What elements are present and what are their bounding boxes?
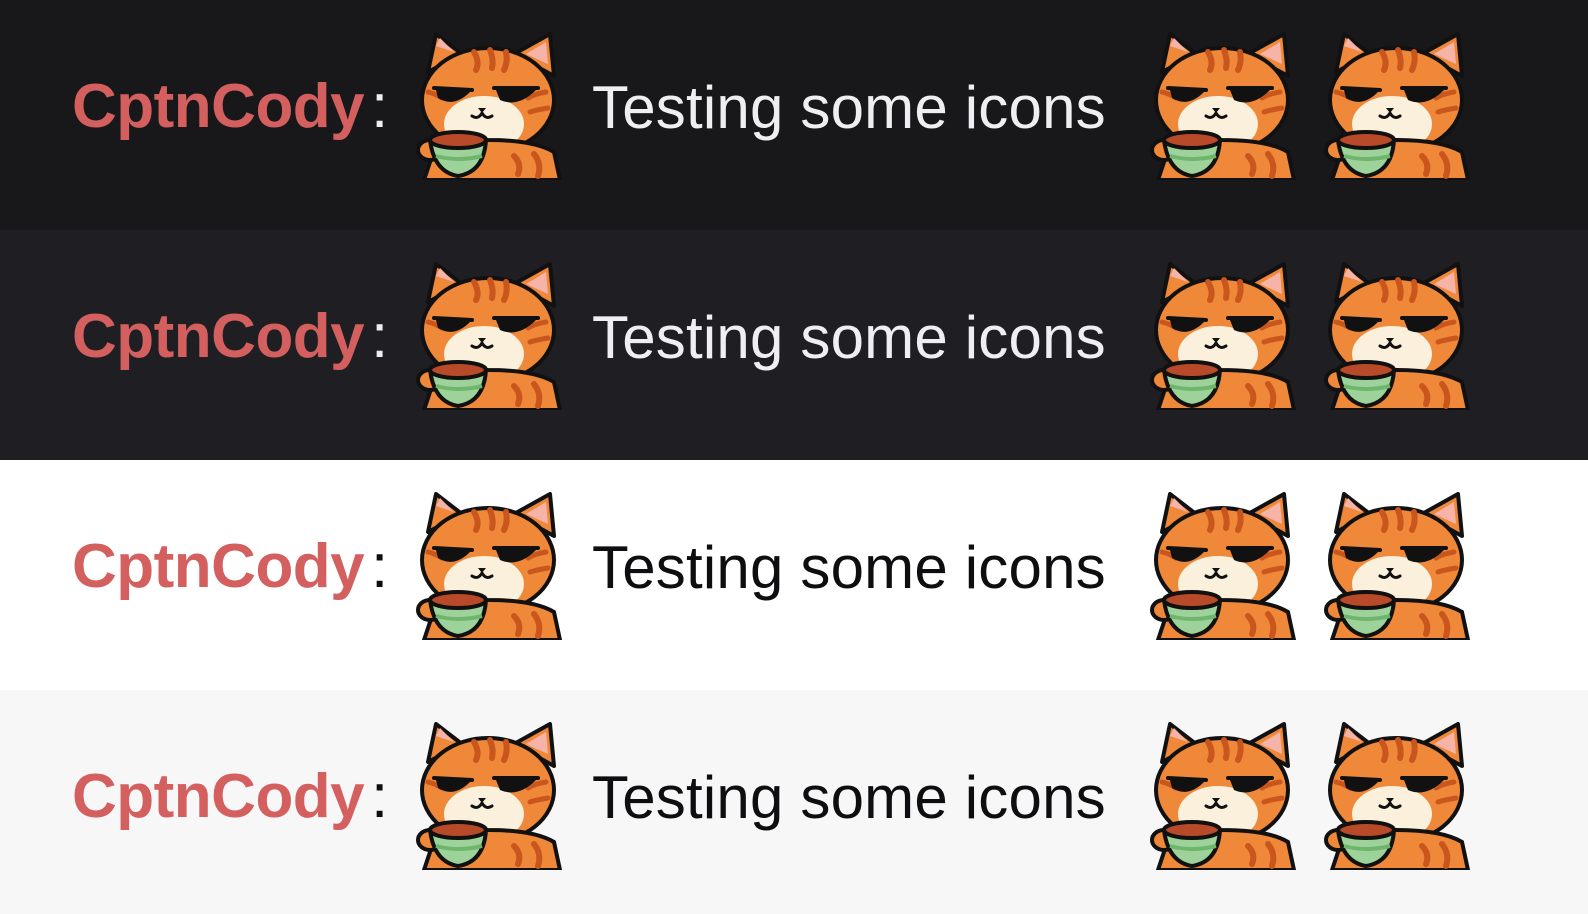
sleepy-cat-tea-emote-icon[interactable] xyxy=(1322,262,1470,410)
chat-separator: : xyxy=(371,302,389,371)
sleepy-cat-tea-emote-icon[interactable] xyxy=(414,32,562,180)
chat-message-text: Testing some icons xyxy=(592,534,1106,601)
chat-message-text: Testing some icons xyxy=(592,304,1106,371)
sleepy-cat-tea-emote-icon[interactable] xyxy=(1322,32,1470,180)
chat-message-row: CptnCody : Testing some icons xyxy=(0,460,1588,690)
sleepy-cat-tea-emote-icon[interactable] xyxy=(1148,722,1296,870)
chat-message-row: CptnCody : Testing some icons xyxy=(0,690,1588,914)
chat-message-row: CptnCody : Testing some icons xyxy=(0,0,1588,230)
chat-separator: : xyxy=(371,72,389,141)
chat-message-text: Testing some icons xyxy=(592,764,1106,831)
sleepy-cat-tea-emote-icon[interactable] xyxy=(1322,492,1470,640)
chat-username[interactable]: CptnCody xyxy=(72,766,365,828)
sleepy-cat-tea-emote-icon[interactable] xyxy=(1148,262,1296,410)
chat-separator: : xyxy=(371,532,389,601)
sleepy-cat-tea-emote-icon[interactable] xyxy=(414,492,562,640)
chat-username[interactable]: CptnCody xyxy=(72,76,365,138)
chat-message-row: CptnCody : Testing some icons xyxy=(0,230,1588,460)
sleepy-cat-tea-emote-icon[interactable] xyxy=(1148,492,1296,640)
chat-username[interactable]: CptnCody xyxy=(72,536,365,598)
chat-message-text: Testing some icons xyxy=(592,74,1106,141)
chat-username[interactable]: CptnCody xyxy=(72,306,365,368)
chat-separator: : xyxy=(371,762,389,831)
sleepy-cat-tea-emote-icon[interactable] xyxy=(1322,722,1470,870)
sleepy-cat-tea-emote-icon[interactable] xyxy=(1148,32,1296,180)
sleepy-cat-tea-emote-icon[interactable] xyxy=(414,262,562,410)
sleepy-cat-tea-emote-icon[interactable] xyxy=(414,722,562,870)
